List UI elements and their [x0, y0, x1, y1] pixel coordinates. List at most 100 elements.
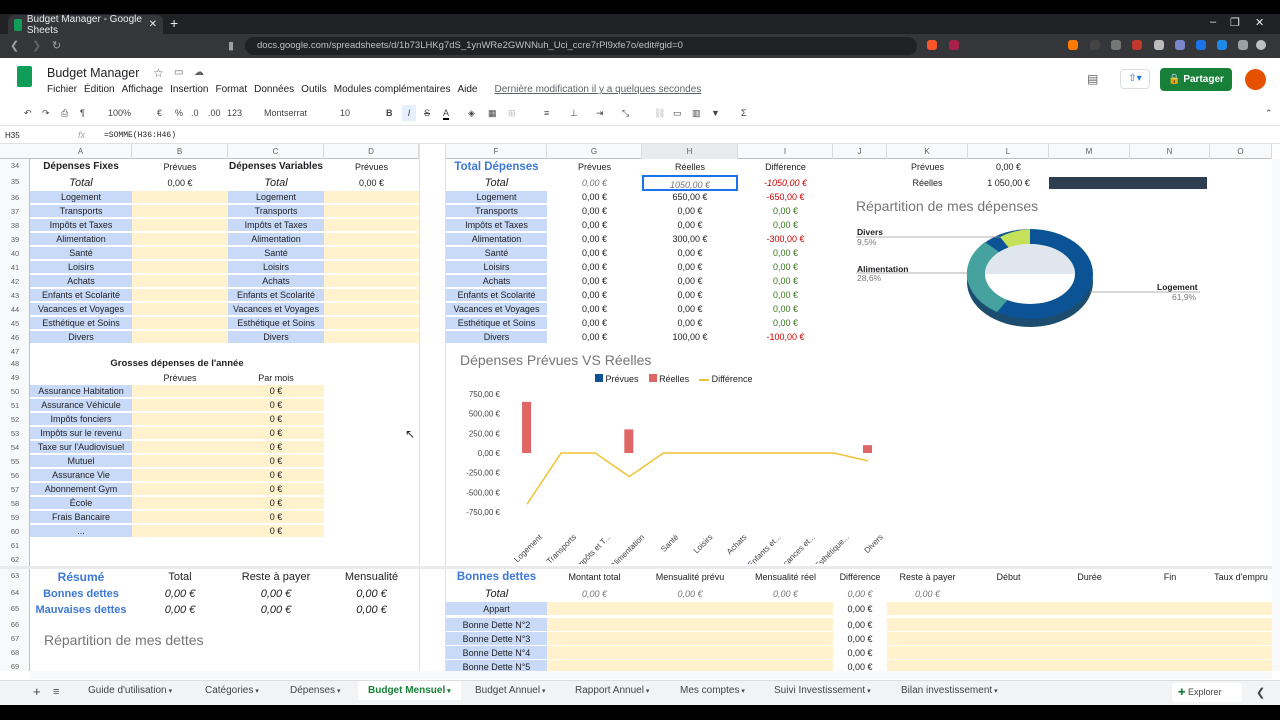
col-header[interactable]: G — [547, 144, 642, 159]
value-cell[interactable]: 0,00 € — [547, 233, 642, 246]
line-difference[interactable] — [526, 452, 869, 505]
input-cell[interactable] — [1049, 618, 1130, 632]
value-cell[interactable]: 0,00 € — [738, 289, 833, 302]
zoom-select[interactable]: 100% — [108, 108, 131, 118]
menu-outils[interactable]: Outils — [301, 84, 327, 95]
input-cell[interactable] — [547, 632, 642, 646]
row-number[interactable]: 68 — [0, 648, 30, 657]
extension-icon[interactable] — [1217, 40, 1227, 50]
row-number[interactable]: 41 — [0, 263, 30, 272]
input-cell[interactable] — [968, 646, 1049, 660]
value-cell[interactable]: 0,00 € — [547, 317, 642, 330]
sheets-logo-icon[interactable] — [17, 66, 32, 87]
value-cell[interactable]: 0,00 € — [738, 261, 833, 274]
merge-icon[interactable]: ⊞ — [508, 108, 516, 119]
value-cell[interactable]: 0,00 € — [642, 275, 738, 288]
input-cell[interactable] — [132, 261, 228, 274]
input-cell[interactable] — [738, 632, 833, 646]
input-cell[interactable] — [642, 618, 738, 632]
font-size-select[interactable]: 10 — [340, 108, 350, 118]
reload-icon[interactable]: ↻ — [52, 39, 61, 52]
link-icon[interactable]: ⛓ — [654, 108, 665, 119]
input-cell[interactable] — [738, 646, 833, 660]
row-number[interactable]: 36 — [0, 193, 30, 202]
row-number[interactable]: 49 — [0, 373, 30, 382]
input-cell[interactable] — [132, 525, 228, 538]
value-cell[interactable]: 0,00 € — [642, 317, 738, 330]
value-cell[interactable]: 0,00 € — [547, 247, 642, 260]
row-number[interactable]: 69 — [0, 662, 30, 671]
last-edit-link[interactable]: Dernière modification il y a quelques se… — [494, 84, 701, 95]
value-cell[interactable]: 0,00 € — [642, 219, 738, 232]
col-header[interactable]: D — [324, 144, 419, 159]
row-number[interactable]: 50 — [0, 387, 30, 396]
row-number[interactable]: 59 — [0, 513, 30, 522]
row-number[interactable]: 67 — [0, 634, 30, 643]
input-cell[interactable] — [324, 191, 419, 204]
doc-title[interactable]: Budget Manager — [47, 66, 139, 80]
value-cell[interactable]: 0,00 € — [547, 205, 642, 218]
input-cell[interactable] — [132, 317, 228, 330]
value-cell[interactable]: 0,00 € — [738, 205, 833, 218]
print-icon[interactable]: ⎙ — [61, 108, 68, 119]
extension-icon[interactable] — [1132, 40, 1142, 50]
maximize-icon[interactable]: ❐ — [1230, 16, 1240, 29]
vertical-scrollbar[interactable] — [1272, 159, 1280, 671]
col-header[interactable]: O — [1210, 144, 1272, 159]
valign-icon[interactable]: ⊥ — [570, 108, 578, 119]
sheet-tab[interactable]: Mes comptes ▾ — [680, 685, 745, 696]
input-cell[interactable] — [1130, 618, 1210, 632]
undo-icon[interactable]: ↶ — [24, 108, 32, 119]
input-cell[interactable] — [1210, 646, 1272, 660]
url-field[interactable]: docs.google.com/spreadsheets/d/1b73LHKg7… — [245, 37, 917, 55]
value-cell[interactable]: 0,00 € — [547, 303, 642, 316]
value-cell[interactable]: 0 € — [228, 385, 324, 398]
forward-icon[interactable]: ❯ — [32, 39, 41, 52]
value-cell[interactable]: 300,00 € — [642, 233, 738, 246]
back-icon[interactable]: ❮ — [10, 39, 19, 52]
input-cell[interactable] — [887, 602, 968, 616]
total-value-selected[interactable]: 1050,00 € — [642, 175, 738, 191]
sheet-tab[interactable]: Budget Mensuel ▾ — [358, 681, 461, 700]
italic-button[interactable]: I — [402, 105, 416, 121]
account-avatar[interactable] — [1245, 69, 1266, 90]
input-cell[interactable] — [324, 233, 419, 246]
formula-input[interactable]: =SOMME(H36:H46) — [104, 131, 176, 140]
value-cell[interactable]: 0,00 € — [547, 275, 642, 288]
input-cell[interactable] — [132, 413, 228, 426]
font-select[interactable]: Montserrat — [264, 108, 307, 118]
comments-icon[interactable]: ▤ — [1087, 72, 1098, 86]
wrap-icon[interactable]: ⇥ — [596, 108, 604, 119]
input-cell[interactable] — [738, 602, 833, 616]
sum-button[interactable]: Σ — [741, 108, 747, 118]
row-number[interactable]: 64 — [0, 588, 30, 597]
minimize-icon[interactable]: – — [1210, 16, 1216, 28]
horizontal-scrollbar[interactable] — [30, 671, 1272, 679]
input-cell[interactable] — [132, 385, 228, 398]
explore-button[interactable]: ✚ Explorer — [1172, 683, 1242, 702]
input-cell[interactable] — [324, 275, 419, 288]
input-cell[interactable] — [324, 303, 419, 316]
input-cell[interactable] — [547, 602, 642, 616]
col-header[interactable]: C — [228, 144, 324, 159]
input-cell[interactable] — [132, 289, 228, 302]
input-cell[interactable] — [324, 261, 419, 274]
value-cell[interactable]: -650,00 € — [738, 191, 833, 204]
menu-format[interactable]: Format — [215, 84, 247, 95]
value-cell[interactable]: -300,00 € — [738, 233, 833, 246]
fill-color-icon[interactable]: ◈ — [468, 108, 475, 119]
input-cell[interactable] — [132, 191, 228, 204]
value-cell[interactable]: 0 € — [228, 399, 324, 412]
col-header[interactable]: H — [642, 144, 738, 159]
col-header[interactable]: K — [887, 144, 968, 159]
browser-tab[interactable]: Budget Manager - Google Sheets ✕ — [8, 14, 163, 36]
comment-icon[interactable]: ▭ — [673, 108, 682, 119]
add-sheet-icon[interactable]: + — [33, 684, 41, 699]
chart-icon[interactable]: ▥ — [692, 108, 701, 119]
input-cell[interactable] — [132, 331, 228, 344]
all-sheets-icon[interactable]: ≡ — [53, 686, 59, 698]
bar-reelles[interactable] — [522, 401, 532, 453]
menu-modules[interactable]: Modules complémentaires — [334, 84, 451, 95]
row-number[interactable]: 34 — [0, 161, 30, 170]
value-cell[interactable]: 0,00 € — [738, 275, 833, 288]
